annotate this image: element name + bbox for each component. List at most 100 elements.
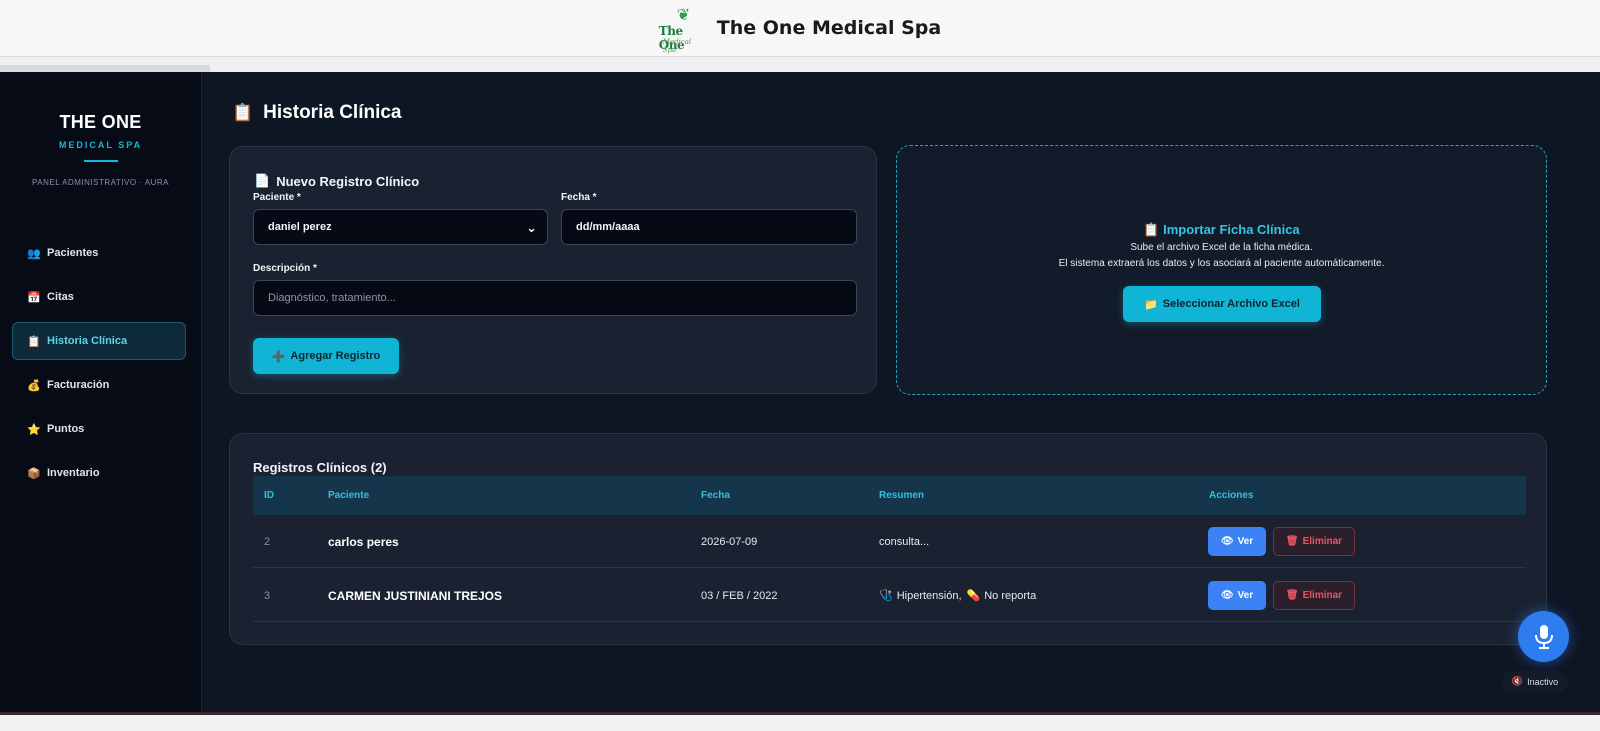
- patient-select[interactable]: daniel perez ⌄: [253, 209, 548, 245]
- sidebar-item-label: Puntos: [47, 423, 85, 435]
- microphone-icon: [1534, 624, 1553, 649]
- stethoscope-icon: 🩺: [879, 590, 893, 602]
- row-summary: consulta...: [879, 535, 930, 548]
- sidebar-item-facturacion[interactable]: 💰 Facturación: [12, 366, 186, 404]
- pill-icon: 💊: [966, 590, 981, 602]
- page-title-text: Historia Clínica: [263, 102, 402, 123]
- sidebar-item-pacientes[interactable]: 👥 Pacientes: [12, 234, 186, 272]
- import-description-2: El sistema extraerá los datos y los asoc…: [1058, 258, 1385, 269]
- table-row: 2 carlos peres 2026-07-09 consulta... 👁 …: [253, 515, 1526, 568]
- bottom-area: [0, 715, 1600, 731]
- sidebar-item-label: Inventario: [47, 467, 100, 479]
- records-table-header: ID Paciente Fecha Resumen Acciones: [253, 476, 1526, 515]
- sidebar-divider: [83, 160, 118, 162]
- star-icon: ⭐: [27, 423, 41, 436]
- row-date: 2026-07-09: [701, 535, 758, 548]
- calendar-icon: 📅: [27, 291, 41, 304]
- sidebar-brand-name: THE ONE: [59, 112, 142, 132]
- delete-label: Eliminar: [1302, 536, 1343, 547]
- clipboard-icon: 📋: [27, 335, 41, 348]
- description-label: Descripción *: [253, 263, 317, 274]
- main-content: 📋 Historia Clínica 📄 Nuevo Registro Clín…: [202, 72, 1600, 731]
- sidebar-item-label: Citas: [47, 291, 74, 303]
- trash-icon: 🗑: [1285, 590, 1299, 601]
- row-patient: carlos peres: [328, 534, 399, 549]
- view-button[interactable]: 👁 Ver: [1208, 581, 1266, 610]
- new-record-card: 📄 Nuevo Registro Clínico Paciente * dani…: [229, 146, 877, 394]
- import-title-text: Importar Ficha Clínica: [1163, 222, 1300, 237]
- row-id: 2: [264, 535, 271, 548]
- eye-icon: 👁: [1220, 590, 1234, 601]
- eye-icon: 👁: [1220, 536, 1234, 547]
- description-input[interactable]: Diagnóstico, tratamiento...: [253, 280, 857, 316]
- voice-status-text: Inactivo: [1527, 676, 1559, 687]
- sidebar-item-citas[interactable]: 📅 Citas: [12, 278, 186, 316]
- package-icon: 📦: [27, 467, 41, 480]
- row-summary: 🩺 Hipertensión, 💊 No reporta: [879, 569, 1036, 622]
- money-bag-icon: 💰: [27, 379, 41, 392]
- sidebar-item-historia-clinica[interactable]: 📋 Historia Clínica: [12, 322, 186, 360]
- voice-assistant-button[interactable]: [1518, 611, 1569, 662]
- sidebar-nav: 👥 Pacientes 📅 Citas 📋 Historia Clínica 💰…: [12, 234, 186, 498]
- trash-icon: 🗑: [1285, 536, 1299, 547]
- delete-label: Eliminar: [1302, 590, 1343, 601]
- row-date: 03 / FEB / 2022: [701, 589, 778, 602]
- records-title: Registros Clínicos (2): [253, 460, 387, 475]
- new-record-title-text: Nuevo Registro Clínico: [276, 173, 420, 189]
- voice-status-badge: 🔇 Inactivo: [1502, 671, 1568, 692]
- users-icon: 👥: [27, 247, 41, 260]
- new-record-title: 📄 Nuevo Registro Clínico: [254, 173, 419, 189]
- row-patient: CARMEN JUSTINIANI TREJOS: [328, 588, 503, 603]
- row-id: 3: [264, 589, 271, 602]
- date-input[interactable]: dd/mm/aaaa: [561, 209, 857, 245]
- column-header-paciente: Paciente: [328, 490, 370, 501]
- folder-icon: 📁: [1144, 298, 1158, 311]
- add-record-label: Agregar Registro: [290, 350, 381, 362]
- delete-button[interactable]: 🗑 Eliminar: [1273, 581, 1355, 610]
- import-dropzone[interactable]: 📋 Importar Ficha Clínica Sube el archivo…: [896, 145, 1547, 395]
- view-label: Ver: [1237, 590, 1254, 601]
- date-label: Fecha *: [561, 192, 597, 203]
- leaf-icon: ❦: [676, 7, 691, 24]
- plus-icon: ➕: [271, 350, 286, 363]
- sidebar-item-label: Pacientes: [47, 247, 99, 259]
- sidebar-panel-label: PANEL ADMINISTRATIVO · AURA: [32, 178, 169, 187]
- row-summary-text: Hipertensión,: [896, 589, 962, 602]
- view-button[interactable]: 👁 Ver: [1208, 527, 1266, 556]
- patient-select-value: daniel perez: [268, 221, 332, 233]
- sidebar-item-label: Facturación: [47, 379, 110, 391]
- document-icon: 📄: [254, 173, 271, 188]
- description-placeholder: Diagnóstico, tratamiento...: [268, 292, 396, 304]
- records-card: Registros Clínicos (2) ID Paciente Fecha…: [229, 433, 1547, 645]
- sidebar-item-label: Historia Clínica: [47, 335, 128, 347]
- view-label: Ver: [1237, 536, 1254, 547]
- brand-logo: ❦ The One Medical Spa: [659, 6, 705, 55]
- sidebar-brand-sub: MEDICAL SPA: [58, 140, 143, 150]
- row-summary-text-2: No reporta: [984, 589, 1037, 602]
- column-header-acciones: Acciones: [1209, 490, 1254, 501]
- clipboard-icon: 📋: [1143, 222, 1160, 237]
- column-header-resumen: Resumen: [879, 490, 925, 501]
- clipboard-icon: 📋: [232, 103, 254, 122]
- import-title: 📋 Importar Ficha Clínica: [897, 222, 1546, 238]
- patient-label: Paciente *: [253, 192, 301, 203]
- app-title: The One Medical Spa: [716, 17, 942, 39]
- muted-icon: 🔇: [1511, 676, 1524, 686]
- sidebar: THE ONE MEDICAL SPA PANEL ADMINISTRATIVO…: [0, 72, 202, 731]
- header-strip: [0, 57, 1600, 72]
- select-excel-label: Seleccionar Archivo Excel: [1162, 298, 1300, 310]
- chevron-down-icon: ⌄: [526, 220, 537, 235]
- page-title: 📋 Historia Clínica: [232, 102, 402, 124]
- sidebar-item-puntos[interactable]: ⭐ Puntos: [12, 410, 186, 448]
- sidebar-item-inventario[interactable]: 📦 Inventario: [12, 454, 186, 492]
- select-excel-button[interactable]: 📁 Seleccionar Archivo Excel: [1123, 286, 1321, 322]
- delete-button[interactable]: 🗑 Eliminar: [1273, 527, 1355, 556]
- column-header-id: ID: [264, 490, 274, 501]
- import-description: Sube el archivo Excel de la ficha médica…: [1130, 242, 1313, 253]
- app-header: ❦ The One Medical Spa The One Medical Sp…: [0, 0, 1600, 57]
- sidebar-brand: THE ONE MEDICAL SPA PANEL ADMINISTRATIVO…: [0, 72, 201, 187]
- column-header-fecha: Fecha: [701, 490, 730, 501]
- add-record-button[interactable]: ➕ Agregar Registro: [253, 338, 399, 374]
- date-input-placeholder: dd/mm/aaaa: [576, 221, 640, 233]
- table-row: 3 CARMEN JUSTINIANI TREJOS 03 / FEB / 20…: [253, 569, 1526, 622]
